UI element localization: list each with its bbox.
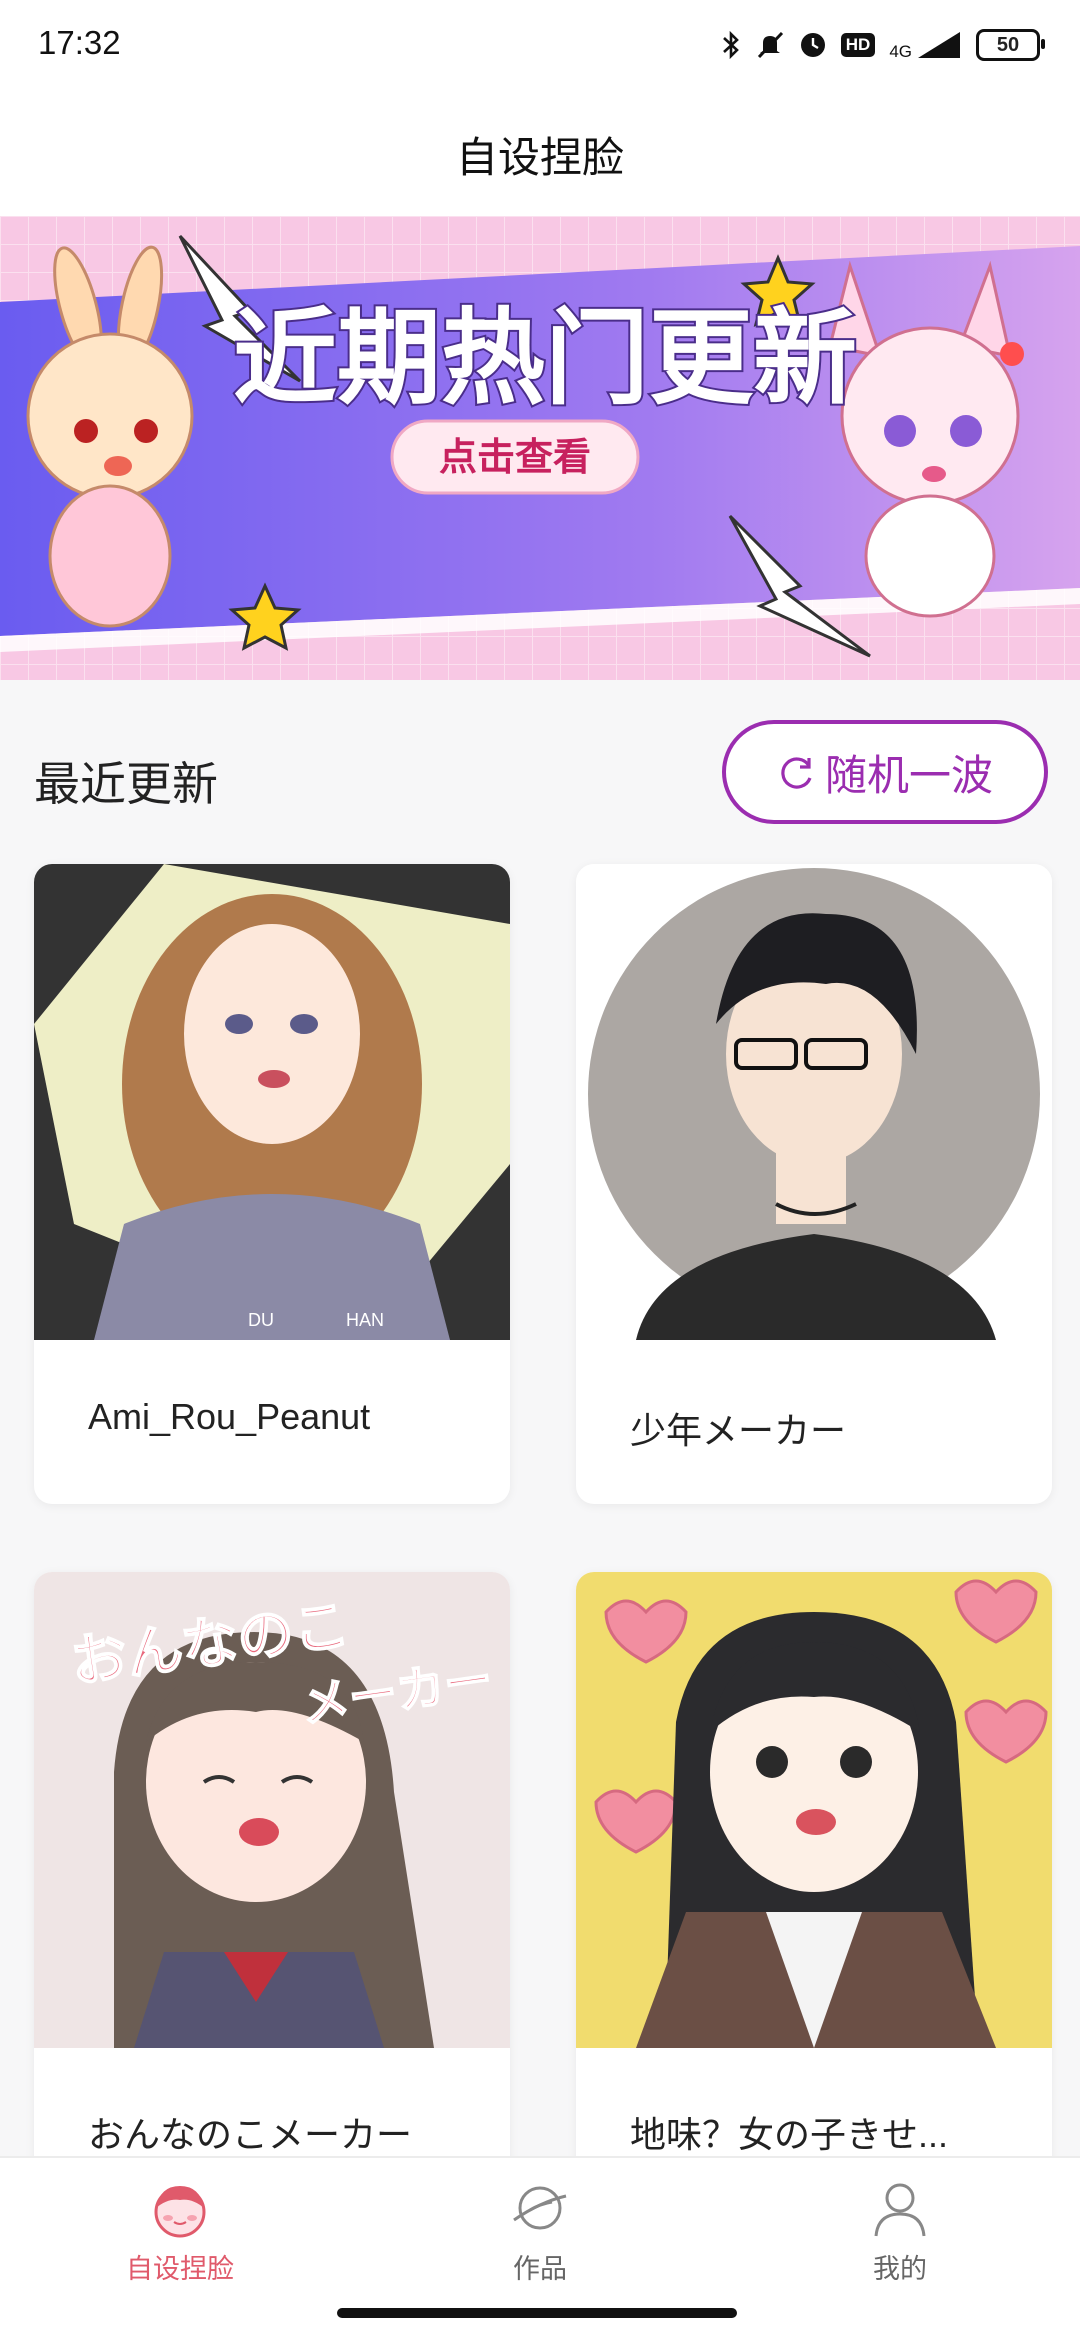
alarm-icon (800, 33, 825, 57)
section-title: 最近更新 (34, 758, 218, 810)
shirt-text-right: HAN (346, 1310, 384, 1330)
nav-label: 我的 (873, 2254, 927, 2284)
bluetooth-icon (722, 30, 739, 60)
planet-icon (513, 2186, 567, 2230)
face-icon (154, 2186, 206, 2238)
banner-headline: 近期热门更新 (233, 301, 857, 417)
hd-icon: HD (840, 33, 876, 57)
card-thumbnail (576, 864, 1052, 1340)
battery-icon: 50 (976, 29, 1045, 61)
status-time: 17:32 (38, 24, 121, 61)
person-icon (874, 2183, 926, 2237)
status-icons: HD 4G 50 (721, 22, 1045, 68)
nav-item-works[interactable]: 作品 (440, 2178, 640, 2286)
nav-label: 作品 (513, 2254, 567, 2284)
random-button-label: 随机一波 (824, 751, 993, 799)
card-thumbnail (576, 1572, 1052, 2048)
card-thumbnail: おんなのこ メーカー (34, 1572, 510, 2048)
signal-icon: 4G (889, 30, 962, 60)
card-title: Ami_Rou_Peanut (88, 1396, 371, 1437)
banner-art: 近期热门更新 点击查看 (0, 216, 1080, 680)
mute-icon (757, 31, 783, 59)
page-title: 自设捏脸 (455, 133, 624, 181)
banner-button-label[interactable]: 点击查看 (439, 437, 591, 479)
random-button[interactable]: 随机一波 (722, 720, 1048, 824)
nav-item-home[interactable]: 自设捏脸 (80, 2178, 280, 2286)
card-title: 地味？女の子きせ... (630, 2114, 949, 2155)
status-bar: 17:32 HD 4G 50 (0, 0, 1080, 92)
nav-item-profile[interactable]: 我的 (800, 2178, 1000, 2286)
network-label: 4G (889, 42, 912, 61)
refresh-icon (781, 757, 812, 789)
home-indicator[interactable] (337, 2308, 737, 2318)
card-title: 少年メーカー (630, 1410, 847, 1451)
nav-label: 自设捏脸 (126, 2254, 234, 2284)
promo-banner[interactable]: 近期热门更新 点击查看 (0, 216, 1080, 680)
card-title: おんなのこメーカー (88, 2114, 413, 2155)
work-card[interactable]: おんなのこ メーカー おんなのこメーカー (34, 1572, 510, 2212)
shirt-text-left: DU (248, 1310, 274, 1330)
app-header: 自设捏脸 (0, 92, 1080, 216)
work-card[interactable]: 少年メーカー (576, 864, 1052, 1504)
work-card[interactable]: 地味？女の子きせ... (576, 1572, 1052, 2212)
battery-level: 50 (996, 33, 1020, 56)
card-thumbnail: DU HAN (34, 864, 510, 1340)
work-card[interactable]: DU HAN Ami_Rou_Peanut (34, 864, 510, 1504)
